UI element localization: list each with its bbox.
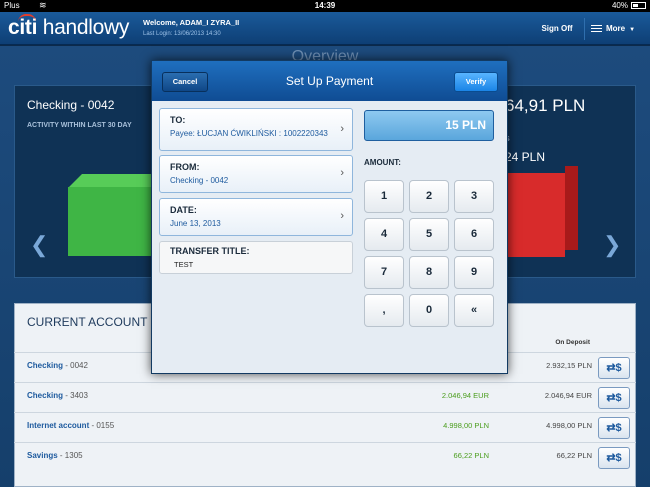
keypad-key-comma[interactable]: , xyxy=(364,294,404,327)
transfer-title-label: TRANSFER TITLE: xyxy=(170,246,250,256)
payee-field[interactable]: TO: Payee: ŁUCJAN ĆWIKLIŃSKI : 100222034… xyxy=(159,108,353,151)
date-value: June 13, 2013 xyxy=(170,219,221,228)
from-value: Checking - 0042 xyxy=(170,176,229,185)
chevron-right-icon: › xyxy=(340,122,344,135)
keypad-key-8[interactable]: 8 xyxy=(409,256,449,289)
chevron-right-icon: › xyxy=(340,167,344,179)
red-bar-side xyxy=(565,166,578,250)
amount-label: AMOUNT: xyxy=(364,158,401,167)
transfer-title-value: TEST xyxy=(174,260,194,269)
chart-balance-amount: 64,91 PLN xyxy=(505,96,586,115)
chart-account-title: Checking - 0042 xyxy=(27,98,115,112)
battery-icon xyxy=(631,2,646,9)
welcome-text: Welcome, ADAM_I ZYRA_II xyxy=(143,18,240,27)
keypad-key-7[interactable]: 7 xyxy=(364,256,404,289)
activity-label: ACTIVITY WITHIN LAST 30 DAY xyxy=(27,122,132,129)
chevron-right-icon[interactable]: ❯ xyxy=(603,232,621,258)
transfer-icon[interactable]: ⇄$ xyxy=(598,387,630,409)
keypad-key-9[interactable]: 9 xyxy=(454,256,494,289)
transfer-icon[interactable]: ⇄$ xyxy=(598,417,630,439)
red-bar xyxy=(505,173,565,257)
dialog-header: Set Up Payment Cancel Verify xyxy=(152,61,507,101)
date-field[interactable]: DATE: June 13, 2013 › xyxy=(159,198,353,236)
keypad-backspace-key[interactable]: « xyxy=(454,294,494,327)
from-label: FROM: xyxy=(170,162,200,172)
account-name[interactable]: Checking - 0042 xyxy=(27,361,88,370)
account-row[interactable]: Savings - 1305 66,22 PLN 66,22 PLN ⇄$ xyxy=(14,442,636,472)
status-bar: Plus ≋ 14:39 40% xyxy=(0,0,650,12)
account-available: 66,22 PLN xyxy=(453,451,489,460)
set-up-payment-dialog: Set Up Payment Cancel Verify TO: Payee: … xyxy=(151,60,508,374)
keypad-key-0[interactable]: 0 xyxy=(409,294,449,327)
keypad-key-2[interactable]: 2 xyxy=(409,180,449,213)
keypad-key-6[interactable]: 6 xyxy=(454,218,494,251)
last-login-text: Last Login: 13/06/2013 14:30 xyxy=(143,31,221,37)
citi-handlowy-logo: citi handlowy xyxy=(8,14,130,39)
keypad-key-5[interactable]: 5 xyxy=(409,218,449,251)
battery-percent: 40% xyxy=(611,1,628,10)
transfer-title-field[interactable]: TRANSFER TITLE: TEST xyxy=(159,241,353,274)
amount-display[interactable]: 15 PLN xyxy=(364,110,494,141)
account-available: 4.998,00 PLN xyxy=(443,421,489,430)
menu-icon xyxy=(591,25,602,33)
logo-arc-icon xyxy=(18,14,36,22)
account-row[interactable]: Internet account - 0155 4.998,00 PLN 4.9… xyxy=(14,412,636,442)
payee-label: TO: xyxy=(170,115,186,125)
account-name[interactable]: Checking - 3403 xyxy=(27,391,88,400)
chevron-left-icon[interactable]: ❮ xyxy=(30,232,48,258)
green-bar xyxy=(68,187,152,256)
on-deposit-header: On Deposit xyxy=(555,339,590,346)
sign-off-button[interactable]: Sign Off xyxy=(534,19,580,39)
date-label: DATE: xyxy=(170,205,197,215)
transfer-icon[interactable]: ⇄$ xyxy=(598,357,630,379)
payee-value: Payee: ŁUCJAN ĆWIKLIŃSKI : 1002220343 xyxy=(170,129,328,138)
cancel-button[interactable]: Cancel xyxy=(162,72,208,92)
verify-button[interactable]: Verify xyxy=(454,72,498,92)
account-available: 2.046,94 EUR xyxy=(441,391,489,400)
account-deposit: 66,22 PLN xyxy=(556,451,592,460)
account-deposit: 2.046,94 EUR xyxy=(544,391,592,400)
chart-secondary-amount: 24 PLN xyxy=(505,150,546,164)
chevron-right-icon: › xyxy=(340,210,344,222)
transfer-icon[interactable]: ⇄$ xyxy=(598,447,630,469)
caret-down-icon: ▼ xyxy=(629,27,636,33)
app-header: citi handlowy Welcome, ADAM_I ZYRA_II La… xyxy=(0,12,650,45)
account-deposit: 4.998,00 PLN xyxy=(546,421,592,430)
keypad-key-1[interactable]: 1 xyxy=(364,180,404,213)
account-row[interactable]: Checking - 3403 2.046,94 EUR 2.046,94 EU… xyxy=(14,382,636,412)
account-name[interactable]: Internet account - 0155 xyxy=(27,421,114,430)
status-time: 14:39 xyxy=(314,1,336,10)
more-menu-button[interactable]: More ▼ xyxy=(584,18,644,40)
keypad-key-4[interactable]: 4 xyxy=(364,218,404,251)
account-deposit: 2.932,15 PLN xyxy=(546,361,592,370)
keypad-key-3[interactable]: 3 xyxy=(454,180,494,213)
current-accounts-title: CURRENT ACCOUNT xyxy=(27,315,148,329)
from-account-field[interactable]: FROM: Checking - 0042 › xyxy=(159,155,353,193)
account-name[interactable]: Savings - 1305 xyxy=(27,451,83,460)
